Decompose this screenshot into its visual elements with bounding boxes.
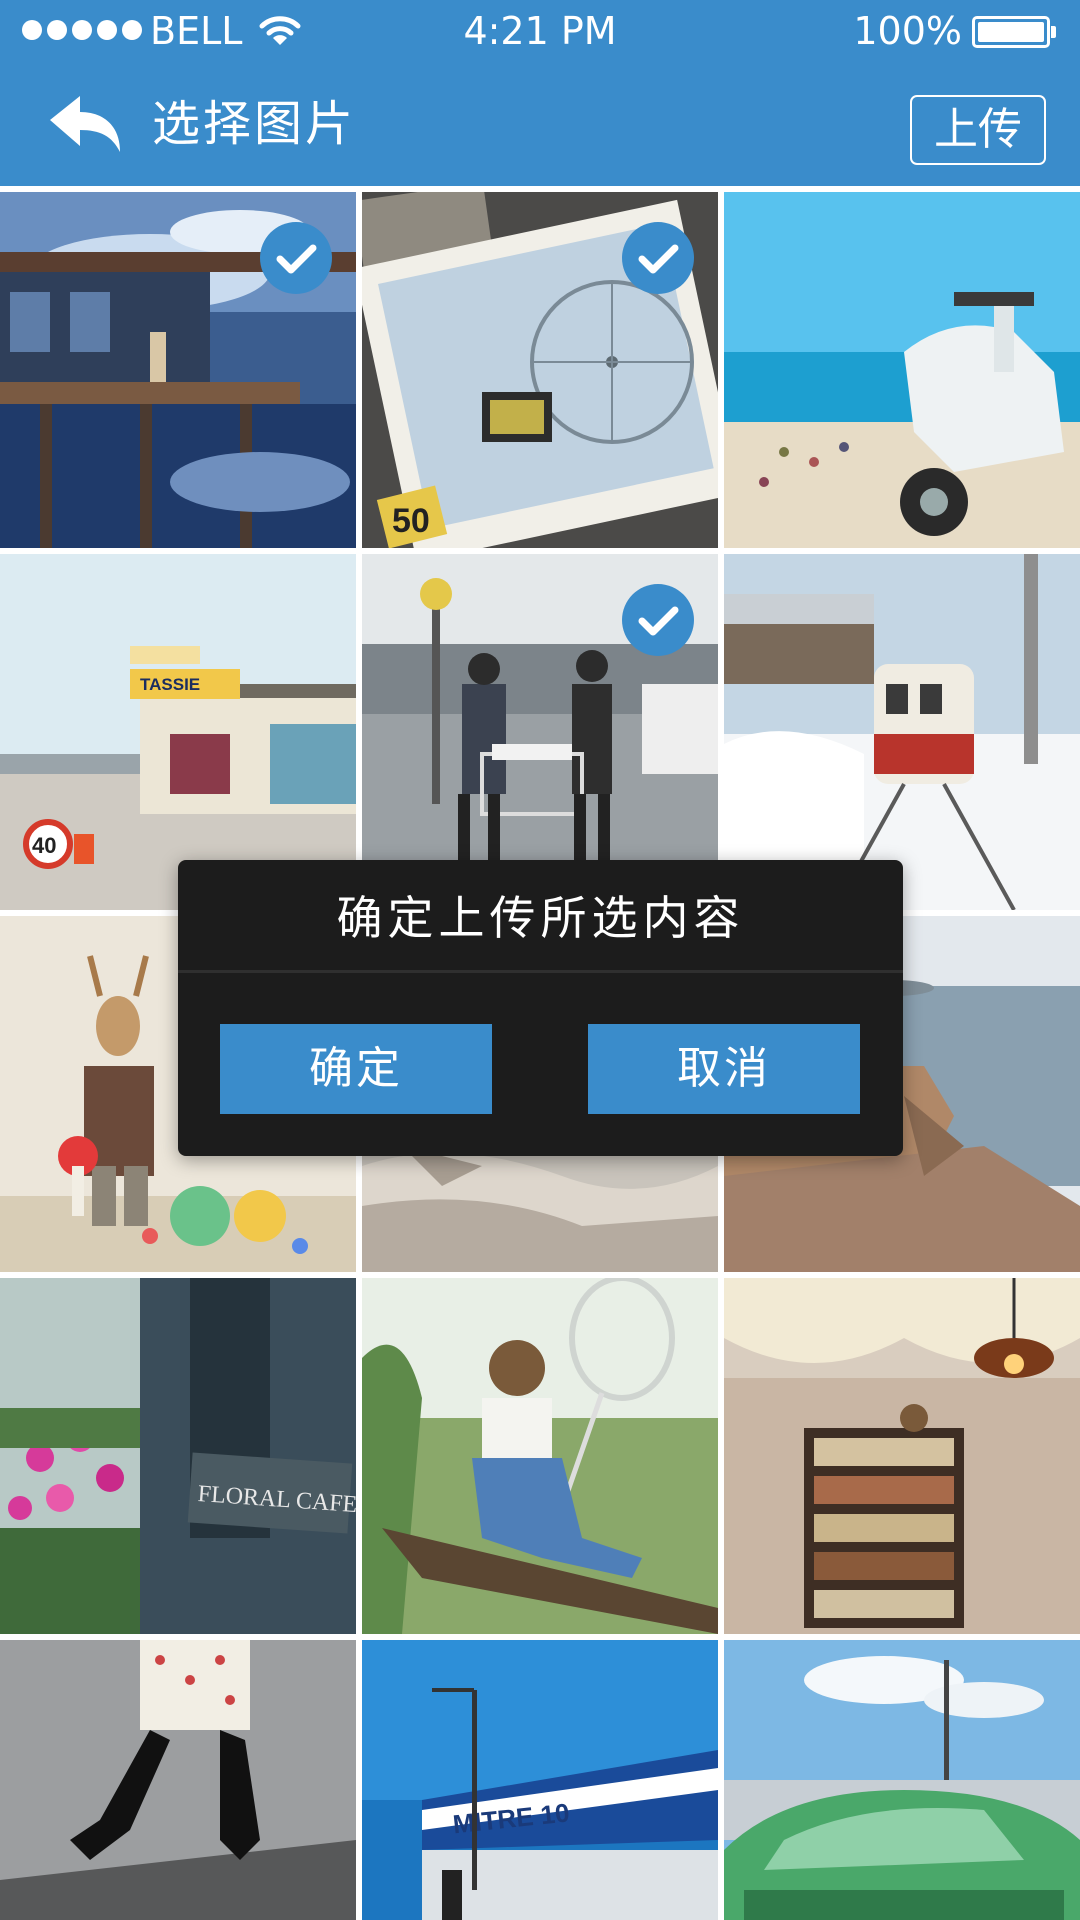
photo-thumbnail: MITRE 10 <box>362 1640 718 1920</box>
photo-thumbnail <box>362 1278 718 1634</box>
confirm-upload-dialog: 确定上传所选内容 确定 取消 <box>178 860 903 1156</box>
photo-tile[interactable] <box>724 192 1080 548</box>
upload-button[interactable]: 上传 <box>910 95 1046 165</box>
battery-percentage: 100% <box>853 9 962 53</box>
photo-tile[interactable] <box>0 192 356 548</box>
photo-thumbnail: TASSIE 40 <box>0 554 356 910</box>
photo-thumbnail <box>724 554 1080 910</box>
svg-text:50: 50 <box>392 502 430 540</box>
photo-thumbnail <box>0 1640 356 1920</box>
photo-tile[interactable] <box>0 1640 356 1920</box>
svg-text:40: 40 <box>32 833 56 858</box>
photo-tile[interactable] <box>724 1278 1080 1634</box>
photo-tile[interactable]: 50 <box>362 192 718 548</box>
app-header: BELL 4:21 PM 100% 选择图片 上传 <box>0 0 1080 186</box>
photo-tile[interactable]: MITRE 10 <box>362 1640 718 1920</box>
back-arrow-icon[interactable] <box>48 94 124 154</box>
selected-check-icon <box>622 584 694 656</box>
photo-thumbnail <box>724 192 1080 548</box>
selected-check-icon <box>622 222 694 294</box>
photo-tile[interactable] <box>724 1640 1080 1920</box>
navigation-bar: 选择图片 上传 <box>0 62 1080 186</box>
dialog-message: 确定上传所选内容 <box>336 891 745 945</box>
dialog-divider <box>178 970 903 973</box>
status-bar: BELL 4:21 PM 100% <box>0 0 1080 62</box>
selected-check-icon <box>260 222 332 294</box>
confirm-button[interactable]: 确定 <box>220 1024 492 1114</box>
page-title: 选择图片 <box>152 96 357 152</box>
photo-thumbnail <box>724 1640 1080 1920</box>
svg-text:TASSIE: TASSIE <box>140 675 200 694</box>
photo-tile[interactable]: FLORAL CAFE <box>0 1278 356 1634</box>
photo-thumbnail <box>724 1278 1080 1634</box>
cancel-button[interactable]: 取消 <box>588 1024 860 1114</box>
photo-tile[interactable]: TASSIE 40 <box>0 554 356 910</box>
battery-icon <box>972 16 1056 48</box>
photo-thumbnail: FLORAL CAFE <box>0 1278 356 1634</box>
photo-tile[interactable] <box>362 554 718 910</box>
photo-tile[interactable] <box>724 554 1080 910</box>
photo-tile[interactable] <box>362 1278 718 1634</box>
